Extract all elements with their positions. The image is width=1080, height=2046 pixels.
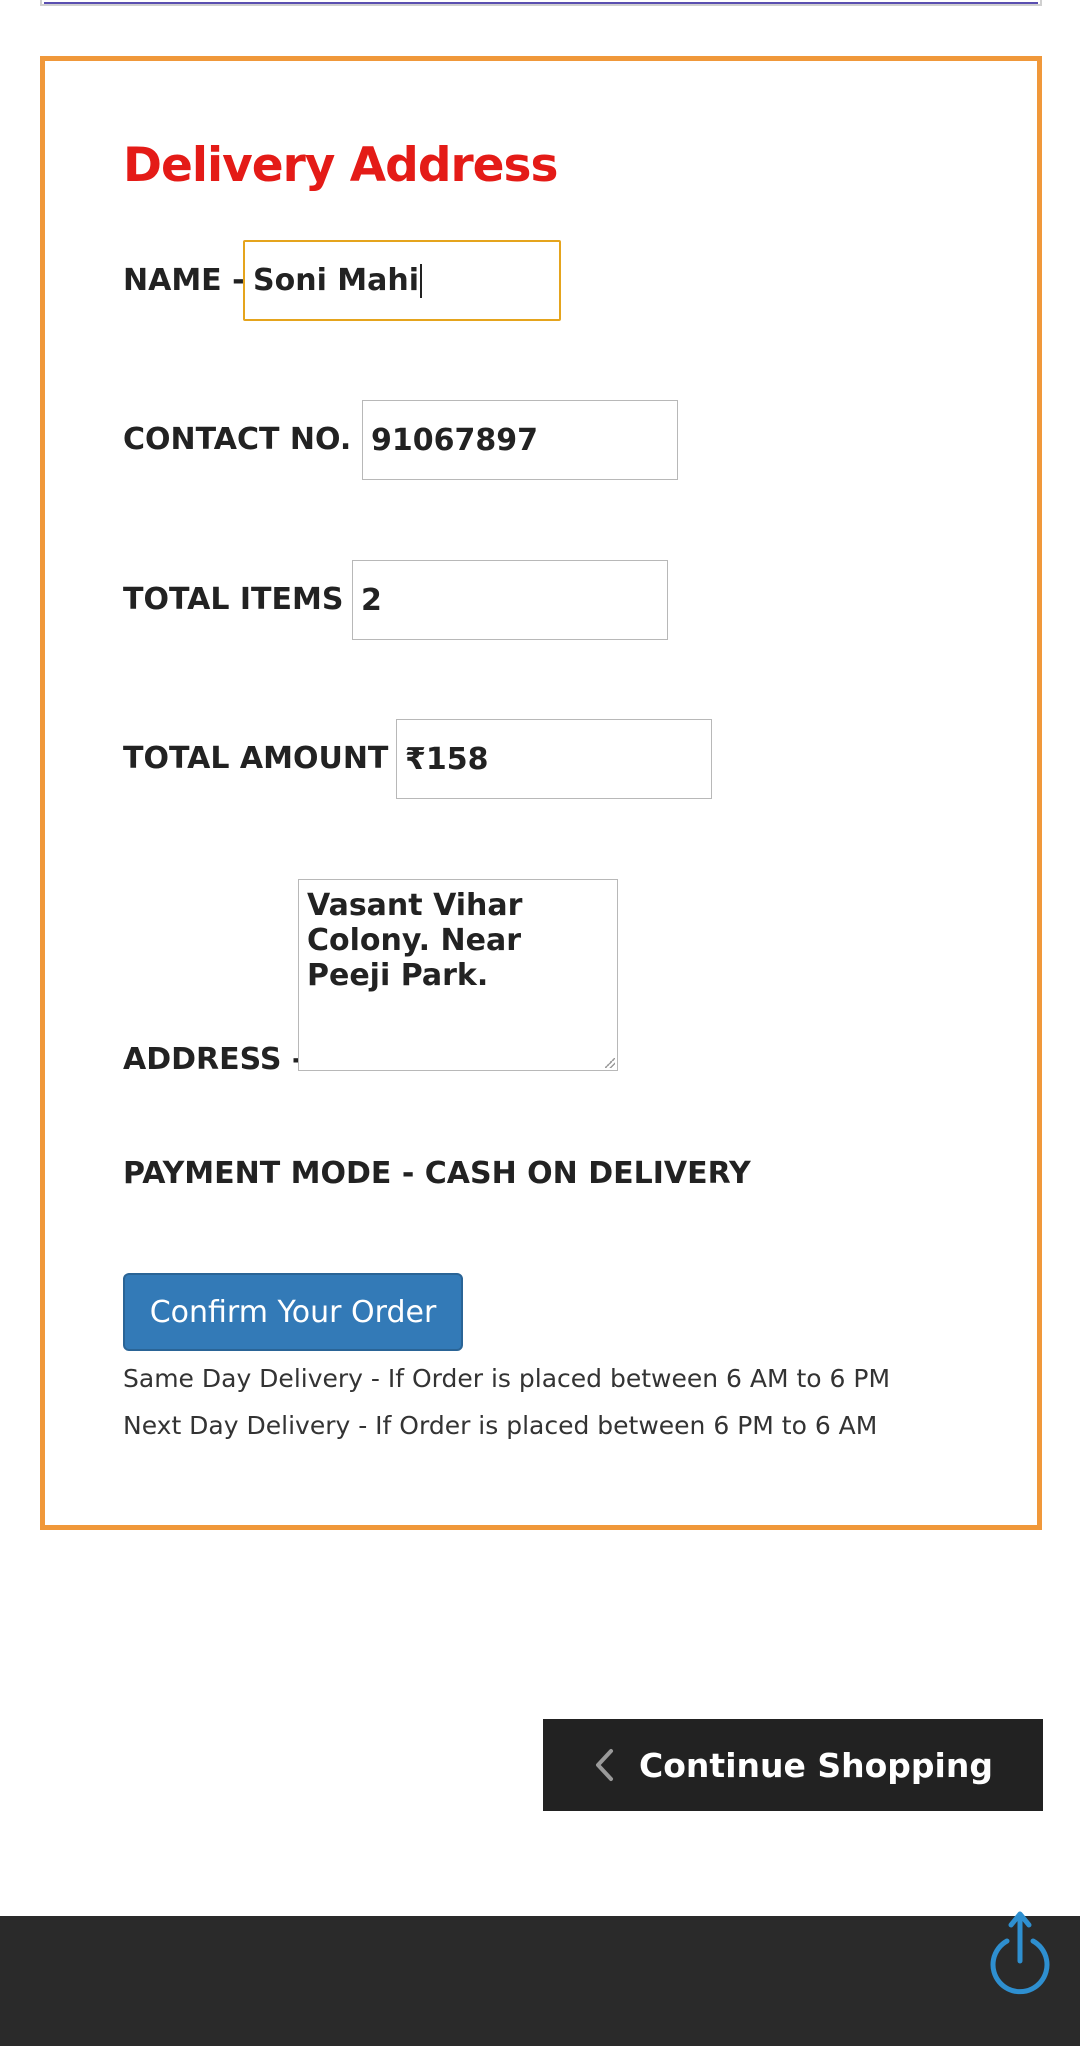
same-day-delivery-note: Same Day Delivery - If Order is placed b… [123,1364,891,1393]
confirm-order-button[interactable]: Confirm Your Order [123,1273,463,1351]
power-arrow-up-icon [990,1911,1050,1995]
page-footer [0,1916,1080,2046]
address-label: ADDRESS - [123,1042,305,1077]
next-day-delivery-note: Next Day Delivery - If Order is placed b… [123,1411,878,1440]
chevron-left-icon [593,1748,615,1782]
text-caret [420,263,423,298]
address-textarea[interactable]: Vasant Vihar Colony. Near Peeji Park. [298,879,618,1071]
contact-label: CONTACT NO. - [123,422,375,457]
name-label: NAME - [123,263,245,298]
contact-field[interactable]: 91067897 [362,400,678,480]
total-items-label: TOTAL ITEMS - [123,582,367,617]
continue-shopping-label: Continue Shopping [639,1745,993,1785]
resize-grip-icon[interactable] [605,1058,615,1068]
total-items-value: 2 [361,582,382,618]
total-amount-field[interactable]: ₹158 [396,719,712,799]
address-value: Vasant Vihar Colony. Near Peeji Park. [307,888,523,993]
total-amount-value: ₹158 [405,741,489,777]
continue-shopping-button[interactable]: Continue Shopping [543,1719,1043,1811]
scroll-to-top-button[interactable] [985,1906,1055,1996]
total-amount-label: TOTAL AMOUNT - [123,741,412,776]
name-field-value: Soni Mahi [253,263,420,298]
total-items-field[interactable]: 2 [352,560,668,640]
name-field[interactable]: Soni Mahi [243,240,561,321]
page-title: Delivery Address [123,138,558,193]
contact-field-value: 91067897 [371,422,538,458]
top-accent-line [44,2,1038,4]
payment-mode-text: PAYMENT MODE - CASH ON DELIVERY [123,1156,751,1191]
